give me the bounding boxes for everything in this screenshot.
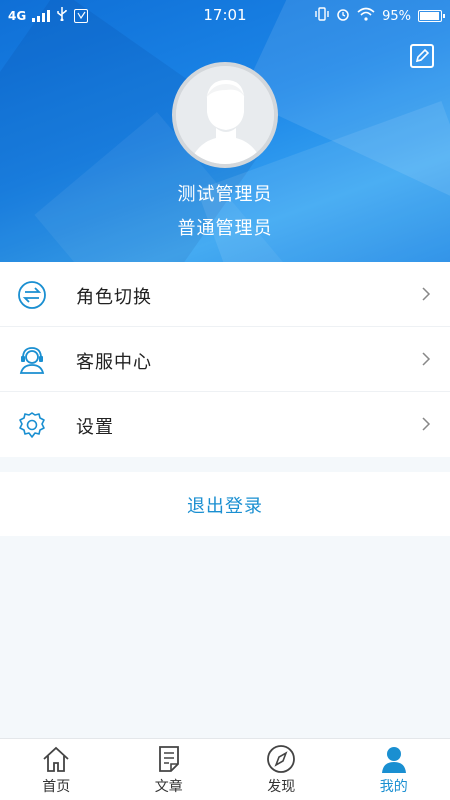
profile-role: 普通管理员: [177, 218, 273, 239]
settings-gear-icon: [17, 410, 47, 440]
chevron-right-icon: [420, 286, 432, 302]
battery-percent: 95%: [382, 8, 411, 24]
logout-button[interactable]: 退出登录: [0, 472, 450, 536]
bottom-tab-bar: 首页 文章 发现 我的: [0, 738, 450, 800]
profile-header: 4G 17:01 95% 测试管理员 普通管理员: [0, 0, 450, 262]
battery-icon: [418, 10, 445, 22]
menu-item-label: 设置: [76, 417, 114, 438]
menu-item-label: 客服中心: [76, 352, 152, 373]
menu-item-customer-service[interactable]: 客服中心: [0, 327, 450, 392]
status-bar: 4G 17:01 95%: [0, 0, 450, 32]
tab-mine[interactable]: 我的: [338, 739, 450, 800]
edit-icon[interactable]: [410, 44, 434, 68]
chevron-right-icon: [420, 351, 432, 367]
tab-label: 我的: [379, 779, 408, 795]
article-icon: [154, 744, 184, 774]
menu-item-role-switch[interactable]: 角色切换: [0, 262, 450, 327]
tab-article[interactable]: 文章: [113, 739, 226, 800]
vibrate-icon: [315, 7, 329, 25]
avatar[interactable]: [172, 62, 278, 168]
menu-item-label: 角色切换: [76, 287, 152, 308]
profile-name: 测试管理员: [177, 184, 273, 205]
switch-icon: [17, 280, 47, 310]
compass-icon: [266, 744, 296, 774]
tab-label: 发现: [267, 779, 296, 795]
user-icon: [379, 744, 409, 774]
customer-service-icon: [17, 345, 47, 375]
tab-discover[interactable]: 发现: [225, 739, 338, 800]
alarm-icon: [336, 7, 350, 25]
menu-item-settings[interactable]: 设置: [0, 392, 450, 457]
settings-menu: 角色切换 客服中心 设置: [0, 262, 450, 457]
logout-label: 退出登录: [187, 496, 263, 517]
chevron-right-icon: [420, 416, 432, 432]
tab-home[interactable]: 首页: [0, 739, 113, 800]
home-icon: [41, 744, 71, 774]
tab-label: 文章: [154, 779, 183, 795]
wifi-icon: [357, 7, 375, 25]
default-avatar-icon: [176, 66, 274, 164]
tab-label: 首页: [42, 779, 71, 795]
